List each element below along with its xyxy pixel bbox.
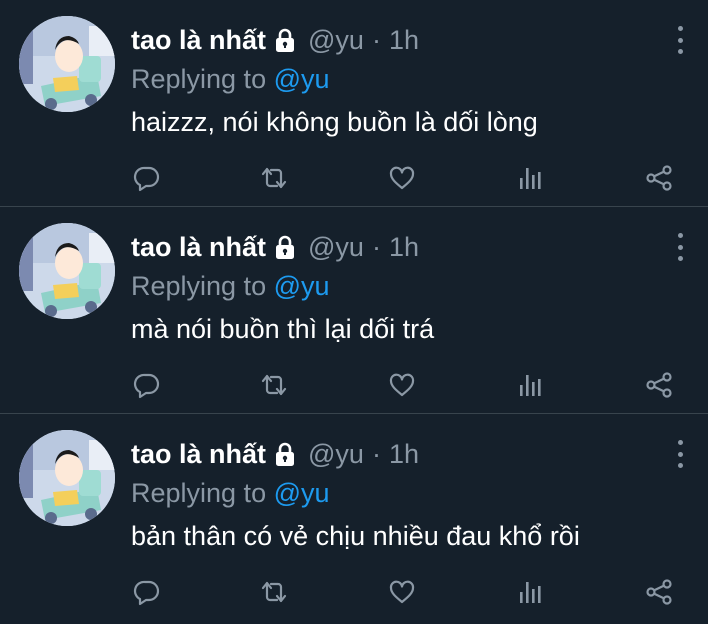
avatar[interactable] (19, 223, 115, 319)
tweet[interactable]: tao là nhất @yu · 1h Replying to @yu mà … (0, 207, 708, 414)
analytics-icon[interactable] (514, 163, 546, 193)
handle[interactable]: @yu (308, 232, 364, 263)
share-icon[interactable] (643, 163, 675, 193)
tweet-actions (131, 577, 679, 607)
replying-to-line: Replying to @yu (131, 475, 648, 511)
mention-link[interactable]: @yu (274, 478, 330, 508)
tweet-actions (131, 163, 679, 193)
retweet-icon[interactable] (258, 370, 290, 400)
reply-icon[interactable] (131, 577, 163, 607)
tweet-content: tao là nhất @yu · 1h Replying to @yu bản (131, 436, 648, 554)
share-icon[interactable] (643, 370, 675, 400)
tweet-header: tao là nhất @yu · 1h (131, 229, 648, 265)
replying-to-label: Replying to (131, 64, 267, 94)
retweet-icon[interactable] (258, 577, 290, 607)
display-name[interactable]: tao là nhất (131, 439, 266, 470)
tweet-actions (131, 370, 679, 400)
replying-to-line: Replying to @yu (131, 268, 648, 304)
mention-link[interactable]: @yu (274, 271, 330, 301)
lock-icon (272, 441, 298, 467)
timestamp[interactable]: 1h (389, 439, 419, 470)
handle[interactable]: @yu (308, 439, 364, 470)
tweet-text: mà nói buồn thì lại dối trá (131, 314, 435, 344)
timestamp[interactable]: 1h (389, 232, 419, 263)
timeline: tao là nhất @yu · 1h Replying to @yu hai… (0, 0, 708, 624)
avatar[interactable] (19, 430, 115, 526)
timestamp[interactable]: 1h (389, 25, 419, 56)
avatar[interactable] (19, 16, 115, 112)
display-name[interactable]: tao là nhất (131, 232, 266, 263)
analytics-icon[interactable] (514, 370, 546, 400)
retweet-icon[interactable] (258, 163, 290, 193)
replying-to-line: Replying to @yu (131, 61, 648, 97)
lock-icon (272, 27, 298, 53)
tweet-content: tao là nhất @yu · 1h Replying to @yu hai… (131, 22, 648, 140)
heart-icon[interactable] (386, 577, 418, 607)
avatar-image (19, 223, 115, 319)
separator-dot: · (371, 24, 381, 55)
reply-icon[interactable] (131, 370, 163, 400)
more-vertical-icon[interactable] (675, 233, 685, 261)
analytics-icon[interactable] (514, 577, 546, 607)
share-icon[interactable] (643, 577, 675, 607)
tweet[interactable]: tao là nhất @yu · 1h Replying to @yu bản (0, 414, 708, 624)
display-name[interactable]: tao là nhất (131, 25, 266, 56)
separator-dot: · (371, 438, 381, 469)
heart-icon[interactable] (386, 370, 418, 400)
replying-to-label: Replying to (131, 478, 267, 508)
tweet-header: tao là nhất @yu · 1h (131, 22, 648, 58)
tweet-content: tao là nhất @yu · 1h Replying to @yu mà … (131, 229, 648, 347)
separator-dot: · (371, 231, 381, 262)
reply-icon[interactable] (131, 163, 163, 193)
tweet[interactable]: tao là nhất @yu · 1h Replying to @yu hai… (0, 0, 708, 207)
more-vertical-icon[interactable] (675, 440, 685, 468)
tweet-header: tao là nhất @yu · 1h (131, 436, 648, 472)
avatar-image (19, 430, 115, 526)
heart-icon[interactable] (386, 163, 418, 193)
handle[interactable]: @yu (308, 25, 364, 56)
avatar-image (19, 16, 115, 112)
mention-link[interactable]: @yu (274, 64, 330, 94)
replying-to-label: Replying to (131, 271, 267, 301)
lock-icon (272, 234, 298, 260)
tweet-text: haizzz, nói không buồn là dối lòng (131, 107, 538, 137)
tweet-text: bản thân có vẻ chịu nhiều đau khổ rồi (131, 521, 580, 551)
more-vertical-icon[interactable] (675, 26, 685, 54)
